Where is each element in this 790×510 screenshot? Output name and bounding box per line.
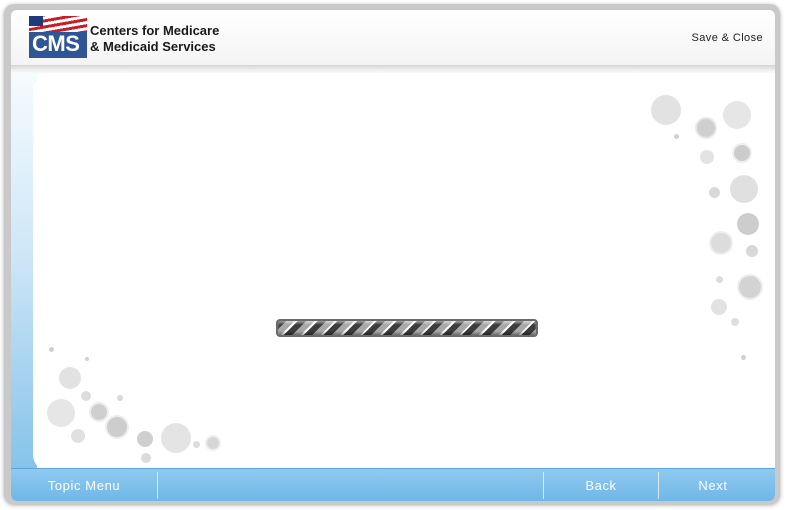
nav-divider <box>157 472 158 499</box>
topic-menu-button[interactable]: Topic Menu <box>11 469 157 501</box>
org-name-line2: & Medicaid Services <box>90 39 216 54</box>
back-button[interactable]: Back <box>544 469 658 501</box>
org-name-line1: Centers for Medicare <box>90 23 220 38</box>
next-button[interactable]: Next <box>659 469 767 501</box>
app-frame: CMS Centers for Medicare & Medicaid Serv… <box>4 4 780 504</box>
content-area <box>11 73 775 468</box>
save-close-button[interactable]: Save & Close <box>692 32 763 44</box>
cms-logo: CMS <box>29 16 87 58</box>
loading-progress-bar <box>276 319 538 337</box>
content-panel <box>33 79 775 468</box>
app-window: CMS Centers for Medicare & Medicaid Serv… <box>11 10 775 501</box>
organization-name: Centers for Medicare & Medicaid Services <box>90 23 270 55</box>
header: CMS Centers for Medicare & Medicaid Serv… <box>11 10 775 66</box>
logo-text: CMS <box>32 31 80 56</box>
navigation-bar: Topic Menu Back Next <box>11 468 775 501</box>
flag-canton <box>29 16 43 26</box>
